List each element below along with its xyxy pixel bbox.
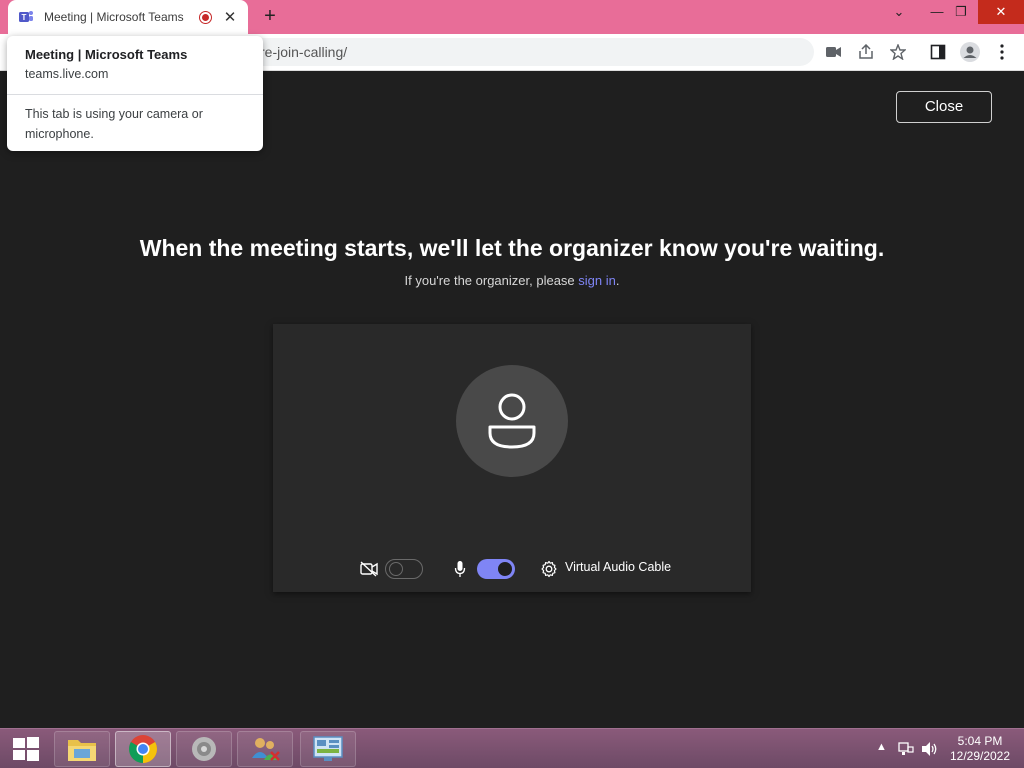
bookmark-star-icon[interactable] [888,42,908,62]
camera-off-icon [360,561,378,577]
tab-search-icon[interactable]: ⌄ [882,0,916,24]
teams-prejoin-page: Close When the meeting starts, we'll let… [0,71,1024,728]
browser-tab[interactable]: T Meeting | Microsoft Teams ✕ [8,0,248,34]
network-status-icon[interactable] [898,741,914,757]
taskbar-audio-app[interactable] [176,731,232,767]
windows-taskbar: ▲ 5:04 PM 12/29/2022 [0,728,1024,768]
taskbar-control-panel[interactable] [300,731,356,767]
tab-hover-card: Meeting | Microsoft Teams teams.live.com… [7,36,263,151]
microphone-toggle[interactable] [477,559,515,579]
system-clock[interactable]: 5:04 PM 12/29/2022 [940,734,1020,764]
hover-card-message: This tab is using your camera or microph… [25,107,203,141]
audio-device-label[interactable]: Virtual Audio Cable [565,560,671,574]
camera-toggle[interactable] [385,559,423,579]
start-button[interactable] [0,731,52,767]
chrome-icon [129,735,157,763]
tab-close-button[interactable]: ✕ [222,8,238,26]
tab-title: Meeting | Microsoft Teams [44,10,184,24]
camera-toggle-knob [389,562,403,576]
more-menu-icon[interactable] [992,42,1012,62]
organizer-hint-suffix: . [615,273,620,288]
video-preview: Virtual Audio Cable [273,324,751,592]
speaker-icon [192,737,216,761]
microphone-icon [454,561,466,577]
profile-avatar-icon[interactable] [960,42,980,62]
avatar [456,365,568,477]
organizer-hint: If you're the organizer, please sign in. [0,273,1024,288]
taskbar-chrome[interactable] [115,731,171,767]
device-controls: Virtual Audio Cable [273,556,751,582]
volume-icon[interactable] [921,741,939,757]
taskbar-file-explorer[interactable] [54,731,110,767]
window-close-button[interactable]: ✕ [978,0,1024,24]
settings-gear-icon[interactable] [540,560,558,578]
hover-card-host: teams.live.com [25,67,109,81]
folder-icon [68,740,96,761]
network-users-icon [252,738,280,761]
person-icon [488,393,536,449]
hover-card-divider [7,94,263,95]
microphone-toggle-knob [498,562,512,576]
recording-indicator-icon[interactable] [199,10,212,24]
camera-in-use-icon[interactable] [824,42,844,62]
hover-card-title: Meeting | Microsoft Teams [25,47,188,62]
sign-in-link[interactable]: sign in [578,273,616,288]
clock-time: 5:04 PM [957,734,1003,748]
close-button[interactable]: Close [896,91,992,123]
url-text[interactable]: re-join-calling/ [260,44,347,60]
share-icon[interactable] [856,42,876,62]
taskbar-network-app[interactable] [237,731,293,767]
windows-logo-icon [13,737,39,761]
restore-button[interactable]: ❐ [944,0,978,24]
browser-titlebar: T Meeting | Microsoft Teams ✕ + ⌄ — ❐ ✕ [0,0,1024,34]
waiting-headline: When the meeting starts, we'll let the o… [139,235,885,261]
side-panel-icon[interactable] [928,42,948,62]
clock-date: 12/29/2022 [949,749,1011,763]
teams-icon: T [19,11,33,22]
control-panel-icon [313,736,343,761]
svg-text:T: T [22,13,27,22]
show-hidden-icons-icon[interactable]: ▲ [876,741,887,753]
organizer-hint-prefix: If you're the organizer, please [404,273,579,288]
new-tab-button[interactable]: + [258,4,282,28]
